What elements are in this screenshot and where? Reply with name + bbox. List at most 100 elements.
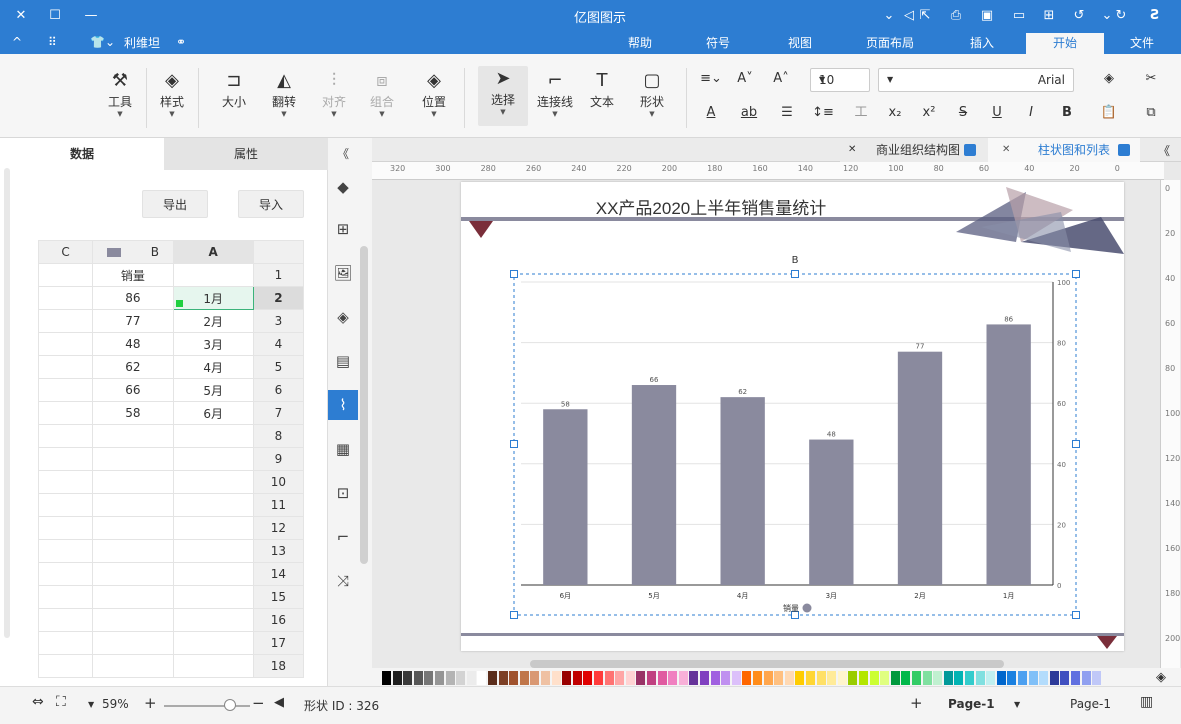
cell-a[interactable] <box>172 562 254 586</box>
cell-b[interactable]: 66 <box>92 378 174 402</box>
cell-c[interactable] <box>37 401 94 425</box>
color-swatch[interactable] <box>1049 671 1059 685</box>
color-swatch[interactable] <box>1092 671 1102 685</box>
row-number[interactable]: 11 <box>252 493 305 517</box>
new-file-icon[interactable]: ⊞ <box>1038 4 1060 26</box>
cell-c[interactable] <box>37 332 94 356</box>
cell-b[interactable] <box>92 493 174 517</box>
superscript-icon[interactable]: x² <box>918 102 940 124</box>
color-swatch[interactable] <box>710 671 720 685</box>
cell-c[interactable] <box>37 447 94 471</box>
resize-handle[interactable] <box>1072 611 1080 619</box>
cell-c[interactable] <box>37 631 94 655</box>
color-swatch[interactable] <box>594 671 603 685</box>
cell-b[interactable] <box>92 608 174 632</box>
cell-c[interactable] <box>37 378 94 402</box>
color-swatch[interactable] <box>382 671 391 685</box>
collapse-ribbon-icon[interactable]: ^ <box>12 33 22 51</box>
cell-a[interactable]: 3月 <box>172 332 254 356</box>
color-swatch[interactable] <box>689 671 699 685</box>
line-spacing-icon[interactable]: ↕≡ <box>812 102 834 124</box>
chart-bar[interactable] <box>720 397 765 585</box>
image-icon[interactable]: 🖼 <box>328 258 358 288</box>
color-swatch[interactable] <box>636 671 646 685</box>
format-painter-icon[interactable]: ◈ <box>1098 68 1120 90</box>
tab-page-layout[interactable]: 页面布局 <box>850 33 930 54</box>
export-button[interactable]: 导出 <box>142 190 208 218</box>
tab-home[interactable]: 开始 <box>1026 33 1104 54</box>
color-swatch[interactable] <box>700 671 709 685</box>
row-number[interactable]: 14 <box>252 562 305 586</box>
chart-bar[interactable] <box>986 324 1031 585</box>
fill-icon[interactable]: ◆ <box>328 172 358 202</box>
cell-c[interactable] <box>37 585 94 609</box>
collapse-tabs-icon[interactable]: 《 <box>1158 142 1170 159</box>
zoom-level[interactable]: 59% <box>102 697 129 711</box>
chevron-down-icon[interactable]: ⌄ <box>878 4 900 26</box>
position-button[interactable]: ◈ 位置 ▼ <box>414 68 454 118</box>
color-swatch[interactable] <box>1007 671 1017 685</box>
color-swatch[interactable] <box>445 671 455 685</box>
document-tab[interactable]: ✕ 商业组织结构图 <box>840 138 988 162</box>
bold-icon[interactable]: B <box>1056 102 1078 124</box>
cell-c[interactable] <box>37 355 94 379</box>
row-number[interactable]: 2 <box>252 286 305 310</box>
color-swatch[interactable] <box>456 671 466 685</box>
copy-icon[interactable]: ⧉ <box>1140 102 1162 124</box>
resize-handle[interactable] <box>510 270 518 278</box>
resize-handle[interactable] <box>791 270 799 278</box>
subscript-icon[interactable]: x₂ <box>884 102 906 124</box>
size-button[interactable]: ⊐ 大小 <box>214 68 254 110</box>
close-icon[interactable]: ✕ <box>10 4 32 26</box>
text-direction-icon[interactable]: 工 <box>850 102 872 124</box>
group-button[interactable]: ⧈ 组合 ▼ <box>362 68 402 118</box>
undo-icon[interactable]: ↺ <box>1068 4 1090 26</box>
color-swatch[interactable] <box>848 671 858 685</box>
connector-button[interactable]: ⌐ 连接线 ▼ <box>532 68 578 118</box>
underline-icon[interactable]: U <box>986 102 1008 124</box>
color-swatch[interactable] <box>668 671 678 685</box>
style-button[interactable]: ◈ 样式 ▼ <box>152 68 192 118</box>
vertical-scrollbar[interactable] <box>360 246 368 564</box>
resize-handle[interactable] <box>1072 440 1080 448</box>
color-swatch[interactable] <box>933 671 943 685</box>
row-number[interactable]: 6 <box>252 378 305 402</box>
color-swatch[interactable] <box>572 671 582 685</box>
cell-b[interactable]: 62 <box>92 355 174 379</box>
font-color-icon[interactable]: A <box>700 102 722 124</box>
maximize-icon[interactable]: ☐ <box>44 4 66 26</box>
cell-a[interactable] <box>172 493 254 517</box>
fullscreen-icon[interactable]: ⛶ <box>56 694 66 710</box>
cell-a[interactable] <box>172 631 254 655</box>
paste-icon[interactable]: 📋 <box>1098 102 1120 124</box>
cell-b[interactable] <box>92 447 174 471</box>
cell-a[interactable]: 4月 <box>172 355 254 379</box>
row-number[interactable]: 4 <box>252 332 305 356</box>
color-swatch[interactable] <box>774 671 784 685</box>
collapse-panel-icon[interactable]: 《 <box>328 138 358 168</box>
row-number[interactable]: 3 <box>252 309 305 333</box>
save-icon[interactable]: ▣ <box>976 4 998 26</box>
color-swatch[interactable] <box>678 671 688 685</box>
font-shrink-icon[interactable]: A˅ <box>734 68 756 90</box>
tab-data[interactable]: 数据 <box>0 138 164 170</box>
fill-bucket-icon[interactable]: ◈ <box>1156 670 1166 685</box>
column-header-b[interactable]: B <box>92 240 174 264</box>
color-swatch[interactable] <box>1039 671 1049 685</box>
cell-a[interactable] <box>172 539 254 563</box>
cell-c[interactable] <box>37 608 94 632</box>
horizontal-scrollbar[interactable] <box>530 660 1004 668</box>
cell-b[interactable] <box>92 424 174 448</box>
cell-c[interactable] <box>37 654 94 678</box>
play-icon[interactable]: ◀ <box>274 695 284 710</box>
color-swatch[interactable] <box>922 671 932 685</box>
color-swatch[interactable] <box>901 671 911 685</box>
color-swatch[interactable] <box>975 671 985 685</box>
close-icon[interactable]: ✕ <box>1002 138 1010 162</box>
cell-a[interactable] <box>172 447 254 471</box>
color-swatch[interactable] <box>488 671 497 685</box>
column-header-c[interactable]: C <box>37 240 94 264</box>
color-swatch[interactable] <box>625 671 635 685</box>
row-number[interactable]: 10 <box>252 470 305 494</box>
panel-scrollbar[interactable] <box>4 168 10 638</box>
